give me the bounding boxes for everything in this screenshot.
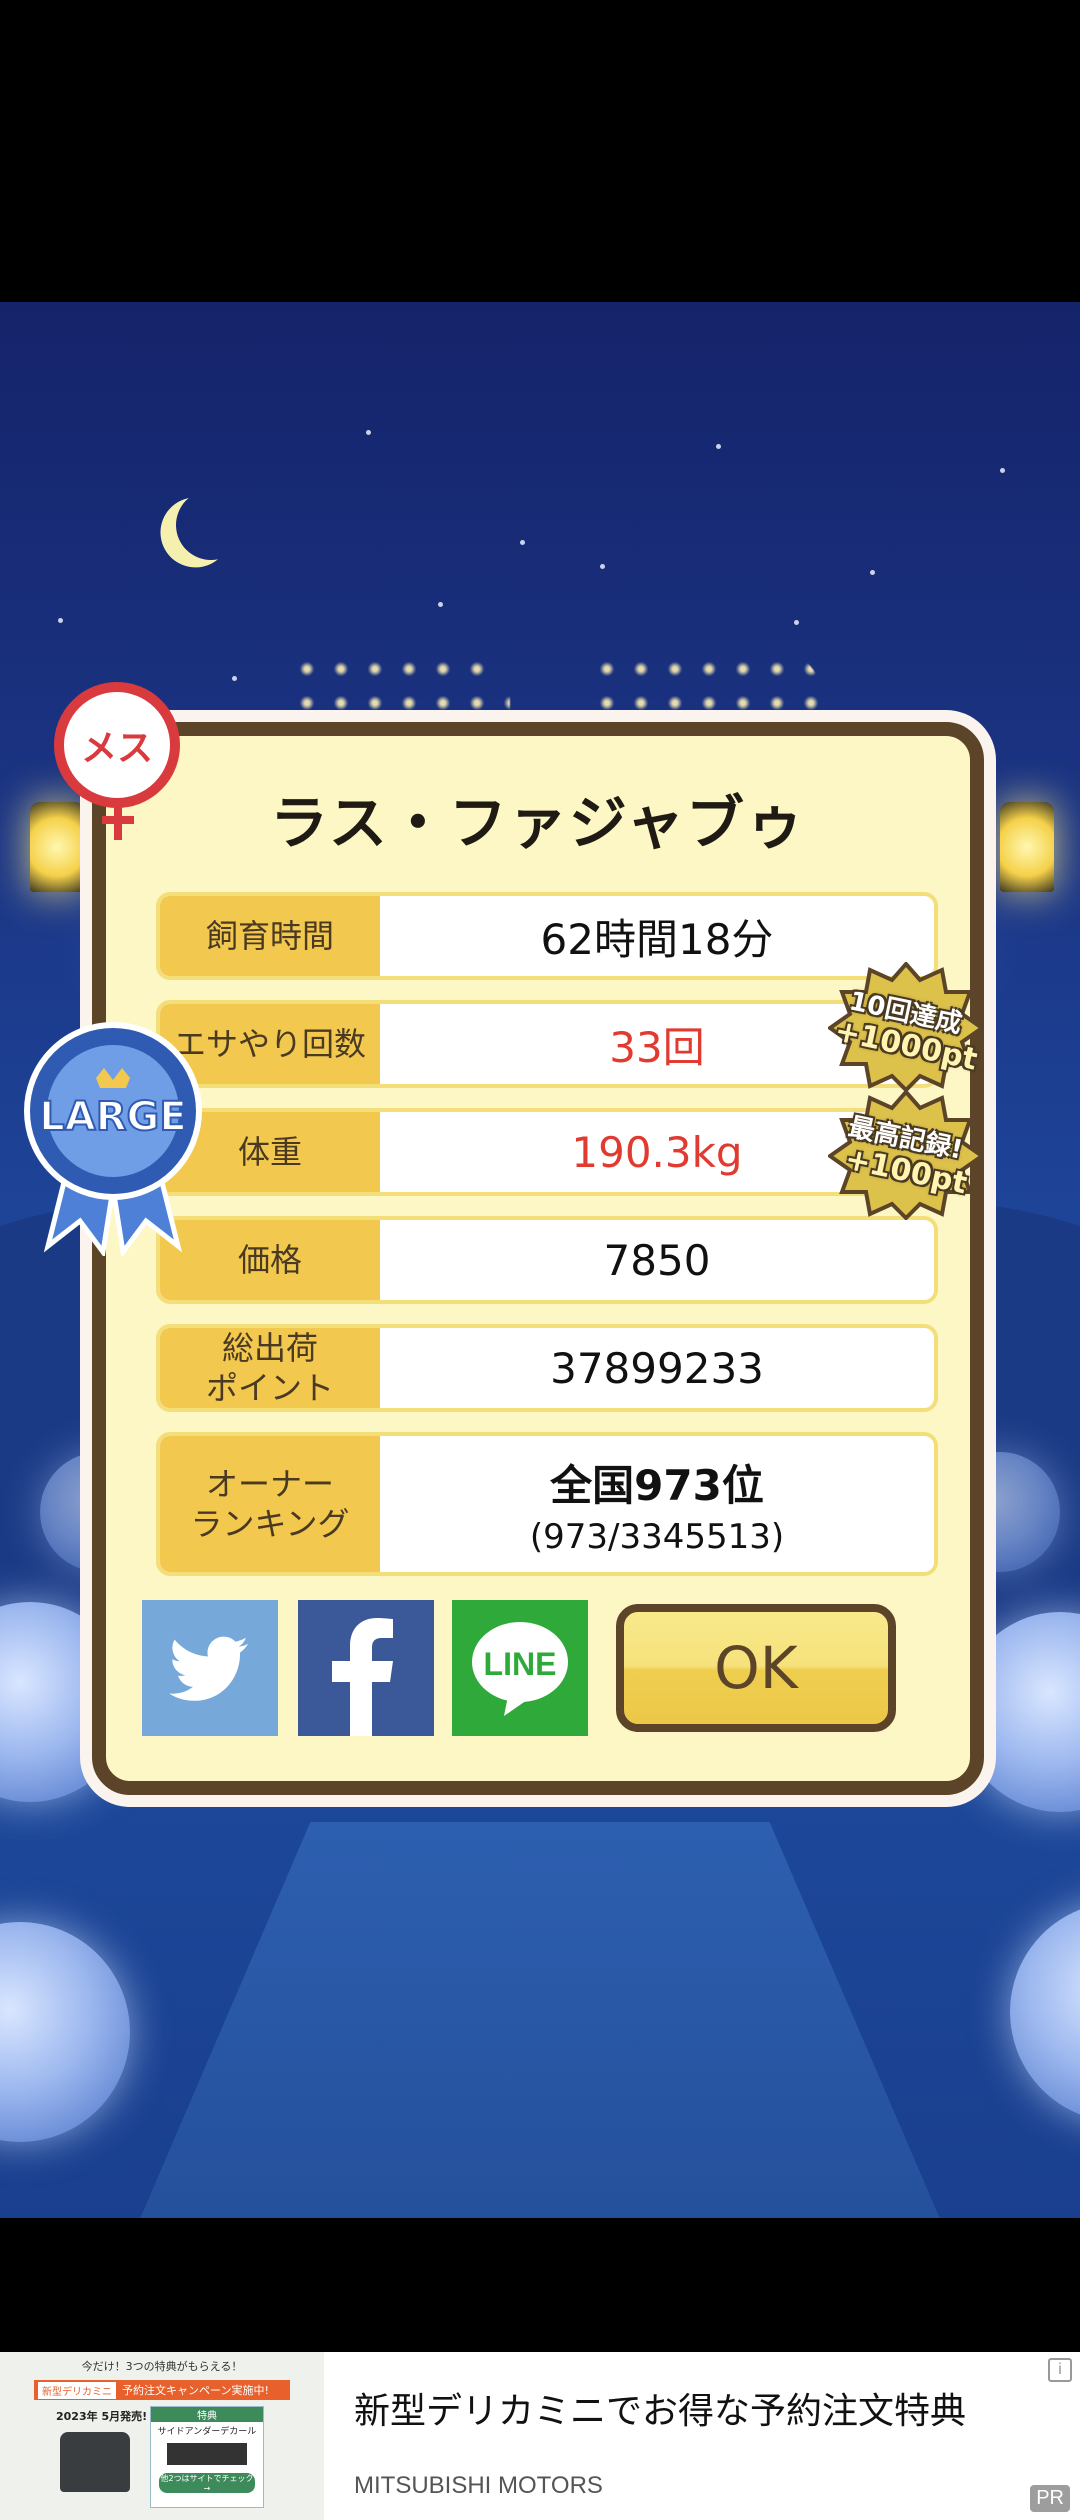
ribbon-label: LARGE	[39, 1094, 186, 1140]
stat-row-shipping-points: 総出荷 ポイント 37899233	[156, 1324, 938, 1412]
facebook-f-icon	[332, 1618, 393, 1736]
stat-value: 7850	[603, 1235, 711, 1285]
ok-button[interactable]: OK	[616, 1604, 896, 1732]
stat-label: 総出荷 ポイント	[160, 1328, 380, 1408]
ranking-detail: (973/3345513)	[529, 1516, 785, 1557]
line-share-button[interactable]: LINE	[452, 1600, 588, 1736]
star	[58, 618, 63, 623]
twitter-share-button[interactable]	[142, 1600, 278, 1736]
glowing-orb	[1010, 1902, 1080, 2122]
ad-thumb-cta: 他2つはサイトでチェック →	[159, 2473, 255, 2493]
female-symbol-icon	[102, 800, 134, 840]
large-size-ribbon: LARGE	[24, 1022, 202, 1256]
ad-thumb-perk: 特典 サイドアンダーデカール 他2つはサイトでチェック →	[150, 2406, 264, 2508]
glowing-orb	[0, 1922, 130, 2142]
ad-thumb-perk-item: サイドアンダーデカール	[157, 2427, 257, 2437]
result-dialog: ラス・ファジャブゥ 飼育時間 62時間18分 エサやり回数 33回 体重 190…	[92, 722, 984, 1795]
ranking-text: 全国973位	[550, 1460, 764, 1510]
ad-thumb-campaign-bar: 新型デリカミニ 予約注文キャンペーン実施中!	[34, 2380, 290, 2400]
line-icon: LINE	[472, 1622, 568, 1716]
female-gender-badge: メス	[54, 682, 180, 808]
decal-image	[167, 2443, 247, 2465]
star	[232, 676, 237, 681]
bonus-badge-feed: 10回達成 +1000pt	[828, 962, 984, 1092]
stat-label: オーナー ランキング	[160, 1436, 380, 1572]
ad-thumb-release: 2023年 5月発売!	[56, 2410, 148, 2423]
ad-source: MITSUBISHI MOTORS	[354, 2472, 603, 2499]
bonus-badge-weight: 最高記録! +100pt	[828, 1090, 984, 1220]
ad-thumb-tag: 新型デリカミニ	[38, 2381, 116, 2399]
ad-thumbnail[interactable]: 今だけ！3つの特典がもらえる！ 新型デリカミニ 予約注文キャンペーン実施中! 2…	[0, 2352, 324, 2520]
star	[716, 444, 721, 449]
pet-name: ラス・ファジャブゥ	[270, 789, 806, 857]
stat-row-owner-ranking: オーナー ランキング 全国973位 (973/3345513)	[156, 1432, 938, 1576]
stat-value: 37899233	[550, 1343, 764, 1393]
street-lamp	[1000, 802, 1054, 892]
ad-banner[interactable]: 今だけ！3つの特典がもらえる！ 新型デリカミニ 予約注文キャンペーン実施中! 2…	[0, 2352, 1080, 2520]
star	[600, 564, 605, 569]
facebook-share-button[interactable]	[298, 1600, 434, 1736]
carpet-road	[130, 1822, 950, 2218]
stat-row-price: 価格 7850	[156, 1216, 938, 1304]
star	[1000, 468, 1005, 473]
stat-row-feed-count: エサやり回数 33回	[156, 1000, 938, 1088]
ad-title[interactable]: 新型デリカミニでお得な予約注文特典	[354, 2382, 966, 2434]
car-image	[60, 2432, 130, 2492]
star	[438, 602, 443, 607]
stat-row-weight: 体重 190.3kg	[156, 1108, 938, 1196]
ad-pr-badge: PR	[1030, 2485, 1070, 2512]
line-label: LINE	[484, 1646, 557, 1682]
star	[870, 570, 875, 575]
stat-row-time: 飼育時間 62時間18分	[156, 892, 938, 980]
ad-info-icon[interactable]: i	[1048, 2358, 1072, 2382]
ad-thumb-perk-head: 特典	[151, 2407, 263, 2422]
twitter-bird-icon	[169, 1636, 248, 1701]
star	[366, 430, 371, 435]
star	[520, 540, 525, 545]
gender-label: メス	[80, 728, 153, 769]
moon-icon	[170, 484, 251, 565]
star	[794, 620, 799, 625]
street-lamp	[30, 802, 84, 892]
stat-label: 飼育時間	[160, 896, 380, 976]
ad-thumb-campaign: 予約注文キャンペーン実施中!	[122, 2384, 269, 2397]
ad-thumb-banner: 今だけ！3つの特典がもらえる！	[81, 2360, 243, 2373]
string-lights	[590, 652, 820, 722]
stat-value: 全国973位 (973/3345513)	[380, 1436, 934, 1572]
string-lights	[290, 652, 510, 722]
